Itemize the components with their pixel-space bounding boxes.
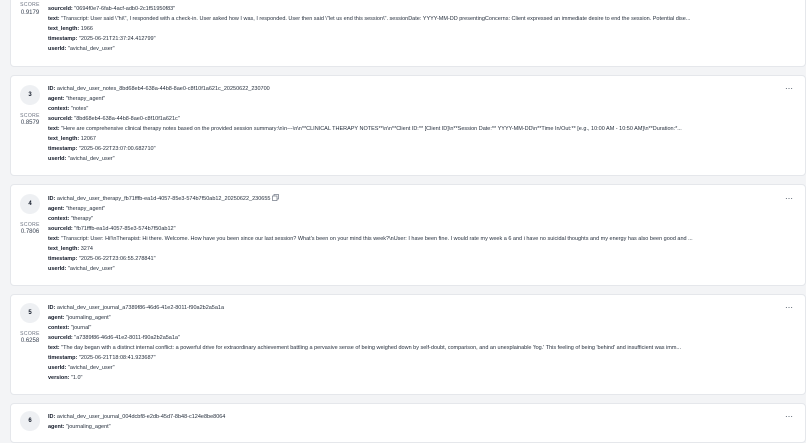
score-label: SCORE xyxy=(20,222,40,228)
rank-badge: 4 xyxy=(20,194,40,214)
field-context: context: "therapy" xyxy=(48,216,94,222)
copy-icon[interactable] xyxy=(272,194,280,201)
score-label: SCORE xyxy=(20,2,40,8)
field-id: ID: avichal_dev_user_journal_a7389f86-46… xyxy=(48,305,225,311)
field-context: context: "journal" xyxy=(48,325,92,331)
field-text: text: "Transcript: User: Hi!\nTherapist:… xyxy=(48,236,693,242)
score-value: 0.6258 xyxy=(20,338,40,344)
result-fields: ID: avichal_dev_user_therapy_fb71fffb-ea… xyxy=(48,194,775,274)
more-options-icon[interactable]: ⋯ xyxy=(783,85,795,93)
field-text: text: "Here are comprehensive clinical t… xyxy=(48,126,682,132)
score-value: 0.8579 xyxy=(20,120,40,126)
field-user-id: userId: "avichal_dev_user" xyxy=(48,46,115,52)
result-fields: ID: avichal_dev_user_journal_004dcbf8-e2… xyxy=(48,412,775,432)
field-text: text: "Transcript: User said \"hi\", I r… xyxy=(48,16,691,22)
rank-badge: 5 xyxy=(20,303,40,323)
result-fields: ID: avichal_dev_user_notes_8bd68eb4-638a… xyxy=(48,84,775,164)
field-id: ID: avichal_dev_user_notes_8bd68eb4-638a… xyxy=(48,86,270,92)
result-card: 3 SCORE 0.8579 ⋯ ID: avichal_dev_user_no… xyxy=(10,75,806,176)
result-card: 5 SCORE 0.6258 ⋯ ID: avichal_dev_user_jo… xyxy=(10,294,806,395)
score-value: 0.7806 xyxy=(20,229,40,235)
rank-badge: 3 xyxy=(20,85,40,105)
score-value: 0.9179 xyxy=(20,10,40,16)
more-options-icon[interactable]: ⋯ xyxy=(783,304,795,312)
field-agent: agent: "journaling_agent" xyxy=(48,424,111,430)
field-text: text: "The day began with a distinct int… xyxy=(48,345,682,351)
result-card: 6 ⋯ ID: avichal_dev_user_journal_004dcbf… xyxy=(10,403,806,443)
field-text-length: text_length: 1966 xyxy=(48,26,93,32)
field-user-id: userId: "avichal_dev_user" xyxy=(48,156,115,162)
field-context: context: "notes" xyxy=(48,106,89,112)
more-options-icon[interactable]: ⋯ xyxy=(783,413,795,421)
field-agent: agent: "journaling_agent" xyxy=(48,315,111,321)
field-source-id: sourceId: "fb71fffb-ea1d-4057-85e3-574b7… xyxy=(48,226,176,232)
field-id: ID: avichal_dev_user_journal_004dcbf8-e2… xyxy=(48,414,226,420)
field-source-id: sourceId: "a7389f86-46d6-41e2-8011-f90a2… xyxy=(48,335,180,341)
score-label: SCORE xyxy=(20,331,40,337)
field-version: version: "1.0" xyxy=(48,375,83,381)
score-label: SCORE xyxy=(20,113,40,119)
field-agent: agent: "therapy_agent" xyxy=(48,206,106,212)
result-fields: ID: avichal_dev_user_journal_a7389f86-46… xyxy=(48,303,775,383)
field-user-id: userId: "avichal_dev_user" xyxy=(48,266,115,272)
field-id: ID: avichal_dev_user_therapy_fb71fffb-ea… xyxy=(48,194,775,204)
more-options-icon[interactable]: ⋯ xyxy=(783,195,795,203)
field-user-id: userId: "avichal_dev_user" xyxy=(48,365,115,371)
result-card: 4 SCORE 0.7806 ⋯ ID: avichal_dev_user_th… xyxy=(10,184,806,286)
field-timestamp: timestamp: "2025-06-22T23:06:55.278841" xyxy=(48,256,156,262)
field-timestamp: timestamp: "2025-06-21T18:08:41.923687" xyxy=(48,355,156,361)
result-fields: sourceId: "0694f0e7-6fab-4acf-adb0-2c1f5… xyxy=(48,4,775,54)
field-source-id: sourceId: "0694f0e7-6fab-4acf-adb0-2c1f5… xyxy=(48,6,176,12)
field-text-length: text_length: 3274 xyxy=(48,246,93,252)
field-timestamp: timestamp: "2025-06-21T21:37:24.412799" xyxy=(48,36,156,42)
rank-badge: 6 xyxy=(20,411,40,431)
field-agent: agent: "therapy_agent" xyxy=(48,96,106,102)
field-text-length: text_length: 12067 xyxy=(48,136,96,142)
result-card: SCORE 0.9179 sourceId: "0694f0e7-6fab-4a… xyxy=(10,0,806,67)
field-source-id: sourceId: "8bd68eb4-638a-44b8-8ae0-c8f10… xyxy=(48,116,180,122)
field-timestamp: timestamp: "2025-06-22T23:07:00.682710" xyxy=(48,146,156,152)
